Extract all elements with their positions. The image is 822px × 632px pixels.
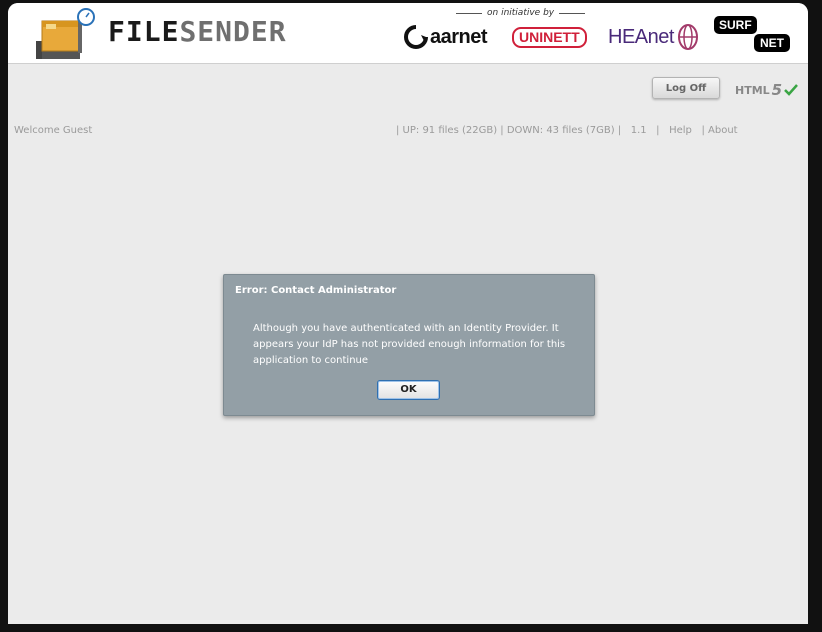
status-nav: | UP: 91 files (22GB) | DOWN: 43 files (… [396, 125, 738, 136]
heanet-wordmark: HEAnet [608, 25, 674, 48]
html5-indicator: HTML 5 [735, 81, 799, 99]
partner-logo-heanet[interactable]: HEAnet [608, 21, 700, 53]
logoff-button[interactable]: Log Off [652, 77, 720, 99]
partner-logo-uninett[interactable]: UNINETT [512, 21, 587, 53]
divider [456, 12, 482, 14]
about-link[interactable]: About [708, 125, 738, 136]
partner-logo-aarnet[interactable]: aarnet [404, 21, 488, 53]
aarnet-logo-icon [404, 25, 428, 49]
html5-version: 5 [771, 81, 783, 99]
brand-part1: FILE [108, 15, 180, 48]
error-dialog: Error: Contact Administrator Although yo… [223, 274, 595, 416]
transfer-stats: | UP: 91 files (22GB) | DOWN: 43 files (… [396, 125, 622, 136]
partner-logo-surfnet[interactable]: SURF NET [714, 16, 792, 54]
initiative-caption: on initiative by [456, 8, 586, 18]
dialog-title: Error: Contact Administrator [235, 285, 397, 296]
site-header: FILESENDER on initiative by aarnet UNINE… [8, 3, 808, 64]
initiative-text: on initiative by [487, 8, 555, 18]
heanet-logo-icon [677, 24, 698, 50]
welcome-message: Welcome Guest [14, 125, 93, 136]
html5-text: HTML [735, 83, 770, 97]
uninett-wordmark: UNINETT [512, 26, 587, 48]
help-link[interactable]: Help [669, 125, 692, 136]
version-label: 1.1 [630, 125, 647, 136]
brand-wordmark: FILESENDER [108, 18, 287, 46]
aarnet-wordmark: aarnet [430, 25, 488, 48]
dialog-message: Although you have authenticated with an … [253, 323, 566, 366]
app-window: FILESENDER on initiative by aarnet UNINE… [8, 3, 808, 624]
check-icon [784, 84, 799, 96]
surf-wordmark: SURF [714, 16, 757, 34]
filesender-logo-icon [36, 8, 95, 59]
net-wordmark: NET [754, 34, 790, 52]
divider [559, 12, 586, 14]
brand-part2: SENDER [179, 15, 287, 48]
ok-button[interactable]: OK [377, 380, 440, 400]
